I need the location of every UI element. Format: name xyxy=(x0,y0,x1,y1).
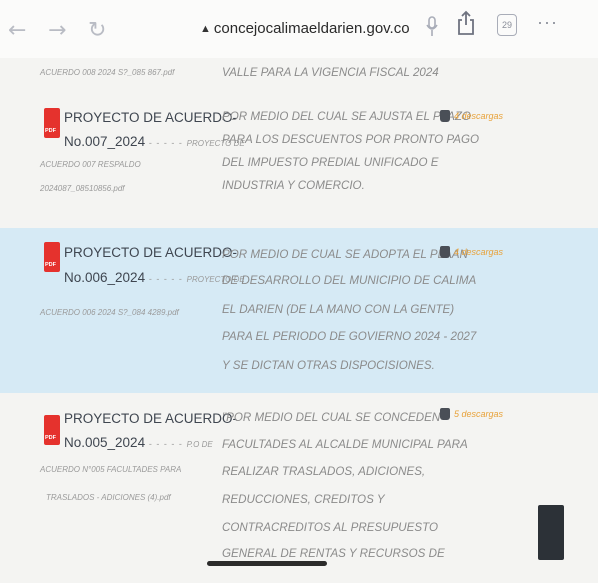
more-icon[interactable]: ··· xyxy=(537,12,558,33)
lock-icon: ▲ xyxy=(200,22,211,35)
document-number[interactable]: No.006_2024 - - - - - PROYECTO DE xyxy=(64,270,245,285)
desc-line: PARA EL PERIODO DE GOVIERNO 2024 - 2027 xyxy=(222,330,477,343)
address-bar[interactable]: ▲ concejocalimaeldarien.gov.co xyxy=(200,20,410,37)
back-arrow-icon[interactable]: ← xyxy=(8,18,26,43)
desc-line: POR MEDIO DE CUAL SE ADOPTA EL PLAAN xyxy=(222,248,468,261)
document-description: VALLE PARA LA VIGENCIA FISCAL 2024 xyxy=(222,66,439,79)
desc-line: DEL IMPUESTO PREDIAL UNIFICADO E xyxy=(222,156,439,169)
desc-line: EL DARIEN (DE LA MANO CON LA GENTE) xyxy=(222,303,455,316)
desc-line: FACULTADES AL ALCALDE MUNICIPAL PARA xyxy=(222,438,468,451)
file-name[interactable]: 2024087_08510856.pdf xyxy=(40,184,125,193)
download-icon xyxy=(440,246,450,258)
reload-icon[interactable]: ↻ xyxy=(88,18,106,43)
download-count[interactable]: 4 descargas xyxy=(440,110,503,122)
scroll-to-top-button[interactable] xyxy=(538,505,564,560)
document-number[interactable]: No.007_2024 - - - - - PROYECTO DE xyxy=(64,134,245,149)
pdf-icon: PDF xyxy=(44,415,60,445)
document-title[interactable]: PROYECTO DE ACUERDO- xyxy=(64,245,237,260)
tabs-icon[interactable]: 29 xyxy=(497,14,517,36)
home-indicator xyxy=(207,561,327,566)
pdf-icon: PDF xyxy=(44,242,60,272)
download-icon xyxy=(440,110,450,122)
document-title[interactable]: PROYECTO DE ACUERDO- xyxy=(64,110,237,125)
share-icon[interactable] xyxy=(457,10,475,40)
desc-line: DE DESARROLLO DEL MUNICIPIO DE CALIMA xyxy=(222,274,477,287)
document-number[interactable]: No.005_2024 - - - - - P.O DE xyxy=(64,435,213,450)
desc-line: REALIZAR TRASLADOS, ADICIONES, xyxy=(222,465,426,478)
file-name[interactable]: ACUERDO N°005 FACULTADES PARA xyxy=(40,465,181,474)
desc-line: Y SE DICTAN OTRAS DISPOCISIONES. xyxy=(222,359,435,372)
download-count[interactable]: 5 descargas xyxy=(440,408,503,420)
list-item: PDF PROYECTO DE ACUERDO- No.005_2024 - -… xyxy=(0,393,598,583)
file-name[interactable]: TRASLADOS - ADICIONES (4).pdf xyxy=(46,493,171,502)
download-count[interactable]: 4 descargas xyxy=(440,246,503,258)
desc-line: "POR MEDIO DEL CUAL SE CONCEDEN xyxy=(222,411,441,424)
desc-line: CONTRACREDITOS AL PRESUPUESTO xyxy=(222,521,439,534)
microphone-icon[interactable] xyxy=(425,16,439,42)
download-icon xyxy=(440,408,450,420)
desc-line: REDUCCIONES, CREDITOS Y xyxy=(222,493,385,506)
file-name[interactable]: ACUERDO 007 RESPALDO xyxy=(40,160,141,169)
forward-arrow-icon[interactable]: → xyxy=(48,18,66,43)
desc-line: POR MEDIO DEL CUAL SE AJUSTA EL PLAZO xyxy=(222,110,471,123)
desc-line: INDUSTRIA Y COMERCIO. xyxy=(222,179,365,192)
document-title[interactable]: PROYECTO DE ACUERDO- xyxy=(64,411,237,426)
file-name[interactable]: ACUERDO 008 2024 S?_085 867.pdf xyxy=(40,68,174,77)
file-name[interactable]: ACUERDO 006 2024 S?_084 4289.pdf xyxy=(40,308,179,317)
url-text: concejocalimaeldarien.gov.co xyxy=(213,20,410,37)
list-item: PDF PROYECTO DE ACUERDO- No.007_2024 - -… xyxy=(0,98,598,228)
browser-toolbar: ← → ↻ ▲ concejocalimaeldarien.gov.co 29 … xyxy=(0,0,598,58)
pdf-icon: PDF xyxy=(44,108,60,138)
list-item-highlighted: PDF PROYECTO DE ACUERDO- No.006_2024 - -… xyxy=(0,228,598,393)
desc-line: PARA LOS DESCUENTOS POR PRONTO PAGO xyxy=(222,133,480,146)
